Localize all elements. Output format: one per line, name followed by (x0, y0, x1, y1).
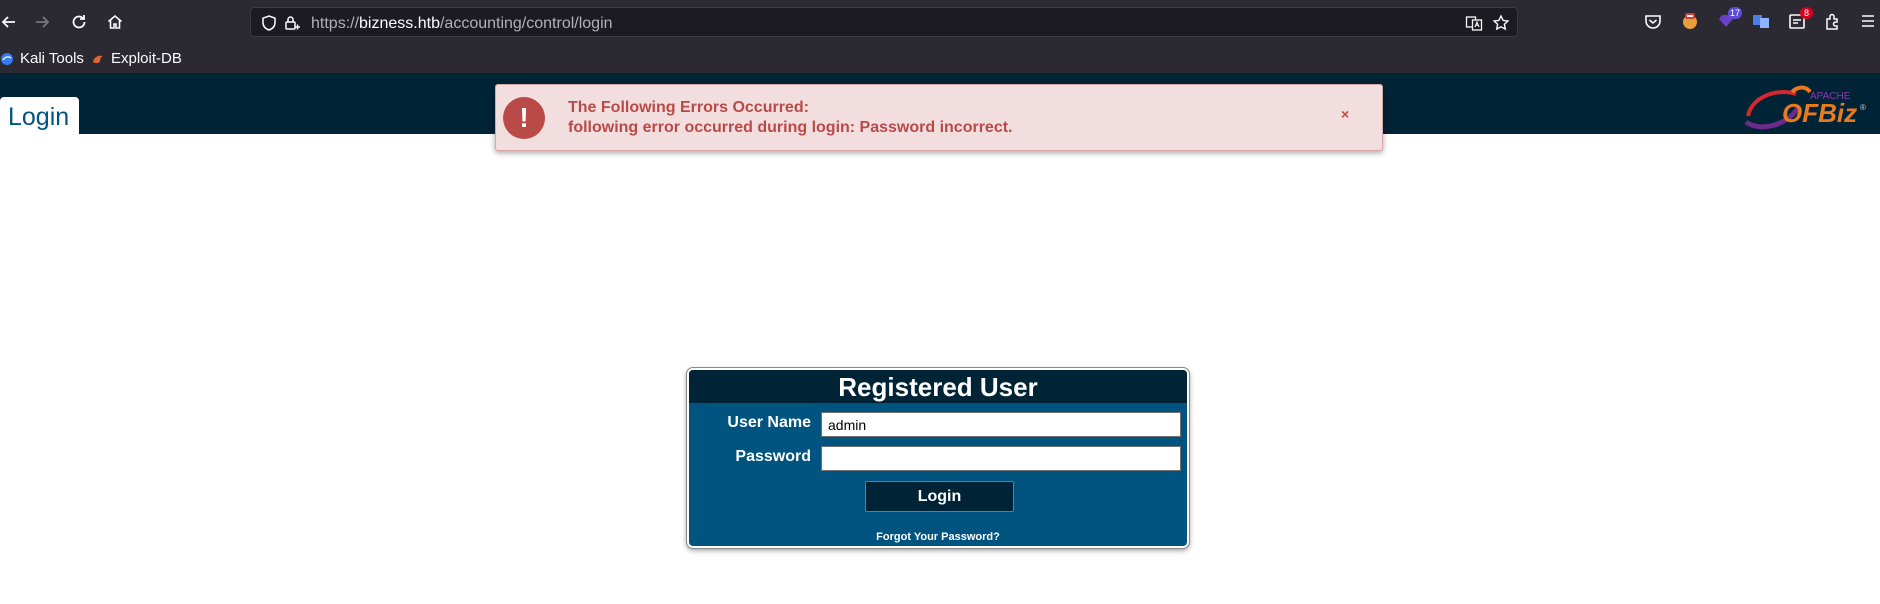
error-text: following error occurred during login: P… (568, 119, 1013, 136)
translate-extension-icon (1753, 15, 1769, 28)
arrow-left-icon (1, 16, 15, 28)
url-scheme: https:// (311, 15, 360, 32)
reload-icon (72, 15, 86, 29)
tab-login[interactable]: Login (0, 97, 79, 134)
bookmark-kali-tools[interactable]: Kali Tools (0, 50, 84, 67)
pocket-icon (1645, 15, 1661, 29)
extension-badge: 8 (1800, 7, 1813, 19)
ofbiz-logo[interactable]: APACHE OFBiz ® (1740, 82, 1870, 132)
password-label: Password (735, 448, 811, 465)
logo-ofbiz-text: OFBiz (1782, 98, 1857, 128)
tab-login-label: Login (8, 103, 70, 131)
home-button[interactable] (101, 8, 129, 36)
puzzle-icon (1826, 13, 1838, 30)
extension-translate-button[interactable] (1750, 10, 1772, 32)
home-icon (107, 14, 123, 29)
url-text[interactable]: https://bizness.htb/accounting/control/l… (311, 15, 613, 33)
password-input[interactable] (821, 446, 1181, 471)
username-input[interactable] (821, 412, 1181, 437)
url-host: bizness.htb (359, 15, 440, 32)
hamburger-menu-icon (1862, 15, 1874, 27)
extensions-button[interactable] (1822, 10, 1844, 32)
forgot-password-link[interactable]: Forgot Your Password? (689, 531, 1187, 543)
kali-icon (1, 52, 13, 65)
forward-button[interactable] (28, 8, 56, 36)
error-exclamation-icon: ! (503, 97, 545, 139)
login-panel: Registered User User Name Password Login… (686, 367, 1190, 549)
bookmark-label: Kali Tools (20, 50, 84, 67)
login-button[interactable]: Login (865, 481, 1014, 512)
extension-cookie-button[interactable] (1679, 10, 1701, 32)
login-panel-title: Registered User (838, 372, 1038, 402)
shield-icon[interactable] (260, 14, 278, 32)
bookmark-star-icon[interactable] (1492, 14, 1510, 32)
exploit-db-icon (93, 55, 103, 63)
translate-icon[interactable] (1465, 14, 1483, 32)
bookmarks-bar: Kali Tools Exploit-DB (0, 44, 1880, 74)
error-title: The Following Errors Occurred: (568, 99, 809, 116)
reload-button[interactable] (65, 8, 93, 36)
extension-purple-button[interactable]: 17 (1715, 7, 1742, 32)
username-label: User Name (727, 414, 811, 431)
arrow-right-icon (36, 16, 50, 28)
extension-badge: 17 (1727, 7, 1742, 19)
browser-toolbar: https://bizness.htb/accounting/control/l… (0, 0, 1880, 44)
error-message-box: ! The Following Errors Occurred: followi… (495, 84, 1383, 151)
bookmark-exploit-db[interactable]: Exploit-DB (91, 50, 182, 67)
lock-warning-icon[interactable] (283, 14, 301, 32)
close-icon[interactable]: × (1341, 106, 1349, 122)
url-path: /accounting/control/login (439, 15, 613, 32)
url-bar[interactable]: https://bizness.htb/accounting/control/l… (250, 7, 1518, 37)
pocket-button[interactable] (1642, 10, 1664, 32)
menu-button[interactable] (1857, 10, 1879, 32)
login-panel-header: Registered User (689, 370, 1187, 403)
back-button[interactable] (0, 8, 23, 36)
extension-mail-button[interactable]: 8 (1786, 7, 1813, 32)
logo-trademark: ® (1860, 103, 1866, 112)
cookie-extension-icon (1683, 13, 1697, 29)
bookmark-label: Exploit-DB (111, 50, 182, 67)
